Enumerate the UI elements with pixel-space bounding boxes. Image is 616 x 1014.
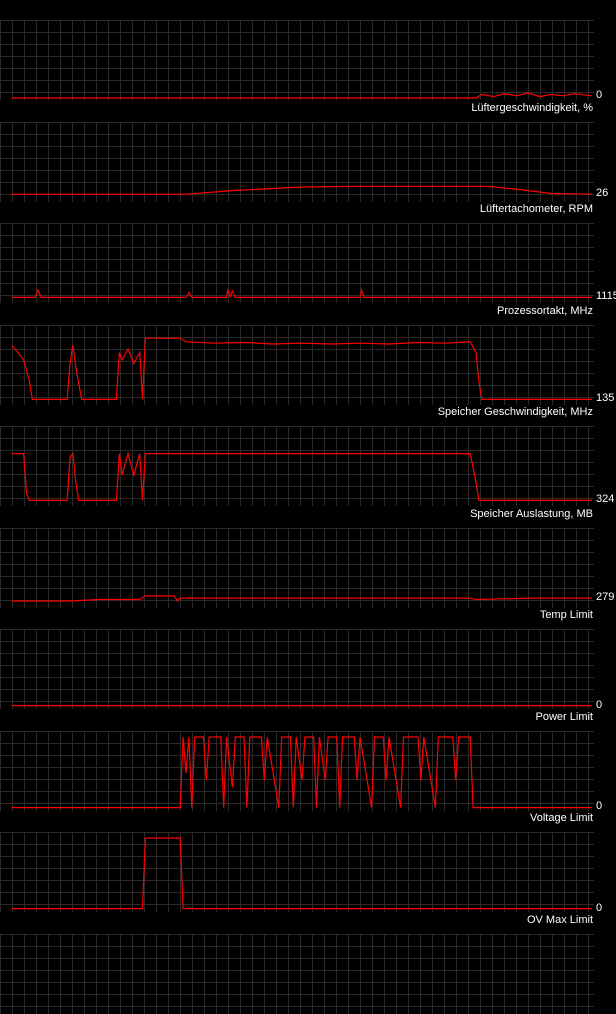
panel-title-row: Voltage Limit <box>0 808 616 830</box>
panel-graph <box>0 324 616 405</box>
graph-svg <box>0 426 594 506</box>
panel-graph <box>0 629 616 709</box>
panel-graph <box>0 933 616 1014</box>
panel-graph <box>0 20 616 100</box>
panel-title-row: Prozessortakt, MHz <box>0 301 616 323</box>
graph-svg <box>0 730 594 811</box>
panel-title-row: Speicher Geschwindigkeit, MHz <box>0 402 616 424</box>
panel-title-row: OV Max Limit <box>0 910 616 932</box>
panel-title-row: Lüftergeschwindigkeit, % <box>0 98 616 120</box>
graph-svg <box>0 324 594 405</box>
panel-title-row: Temp Limit <box>0 605 616 627</box>
panel-graph <box>0 730 616 811</box>
graph-svg <box>0 121 594 202</box>
graph-svg <box>0 20 594 100</box>
panel-graph <box>0 223 616 303</box>
panel-title: Prozessortakt, MHz <box>497 304 593 317</box>
panel-graph <box>0 832 616 912</box>
panel-title: Power Limit <box>535 710 593 723</box>
panel-graph <box>0 426 616 506</box>
panel-title: Lüftertachometer, RPM <box>479 203 593 215</box>
graph-svg <box>0 832 594 912</box>
panel-graph <box>0 527 616 608</box>
graph-svg <box>0 223 594 303</box>
panel-title: Temp Limit <box>539 609 593 621</box>
panel-title-row <box>0 0 616 18</box>
panel-title: Lüftergeschwindigkeit, % <box>471 101 593 114</box>
panel-title: Voltage Limit <box>530 812 593 824</box>
panel-graph <box>0 121 616 202</box>
current-value: 279 <box>596 590 615 603</box>
panel-title: OV Max Limit <box>526 913 593 926</box>
graph-svg <box>0 933 594 1014</box>
panel-title-row: Lüftertachometer, RPM <box>0 199 616 221</box>
graph-svg <box>0 629 594 709</box>
current-value: 26 <box>596 186 609 199</box>
panel-title-row: Power Limit <box>0 707 616 729</box>
panel-title: Speicher Auslastung, MB <box>470 507 593 520</box>
panel-title: Speicher Geschwindigkeit, MHz <box>437 406 593 418</box>
panel-title-row: Speicher Auslastung, MB <box>0 504 616 526</box>
graph-svg <box>0 527 594 608</box>
